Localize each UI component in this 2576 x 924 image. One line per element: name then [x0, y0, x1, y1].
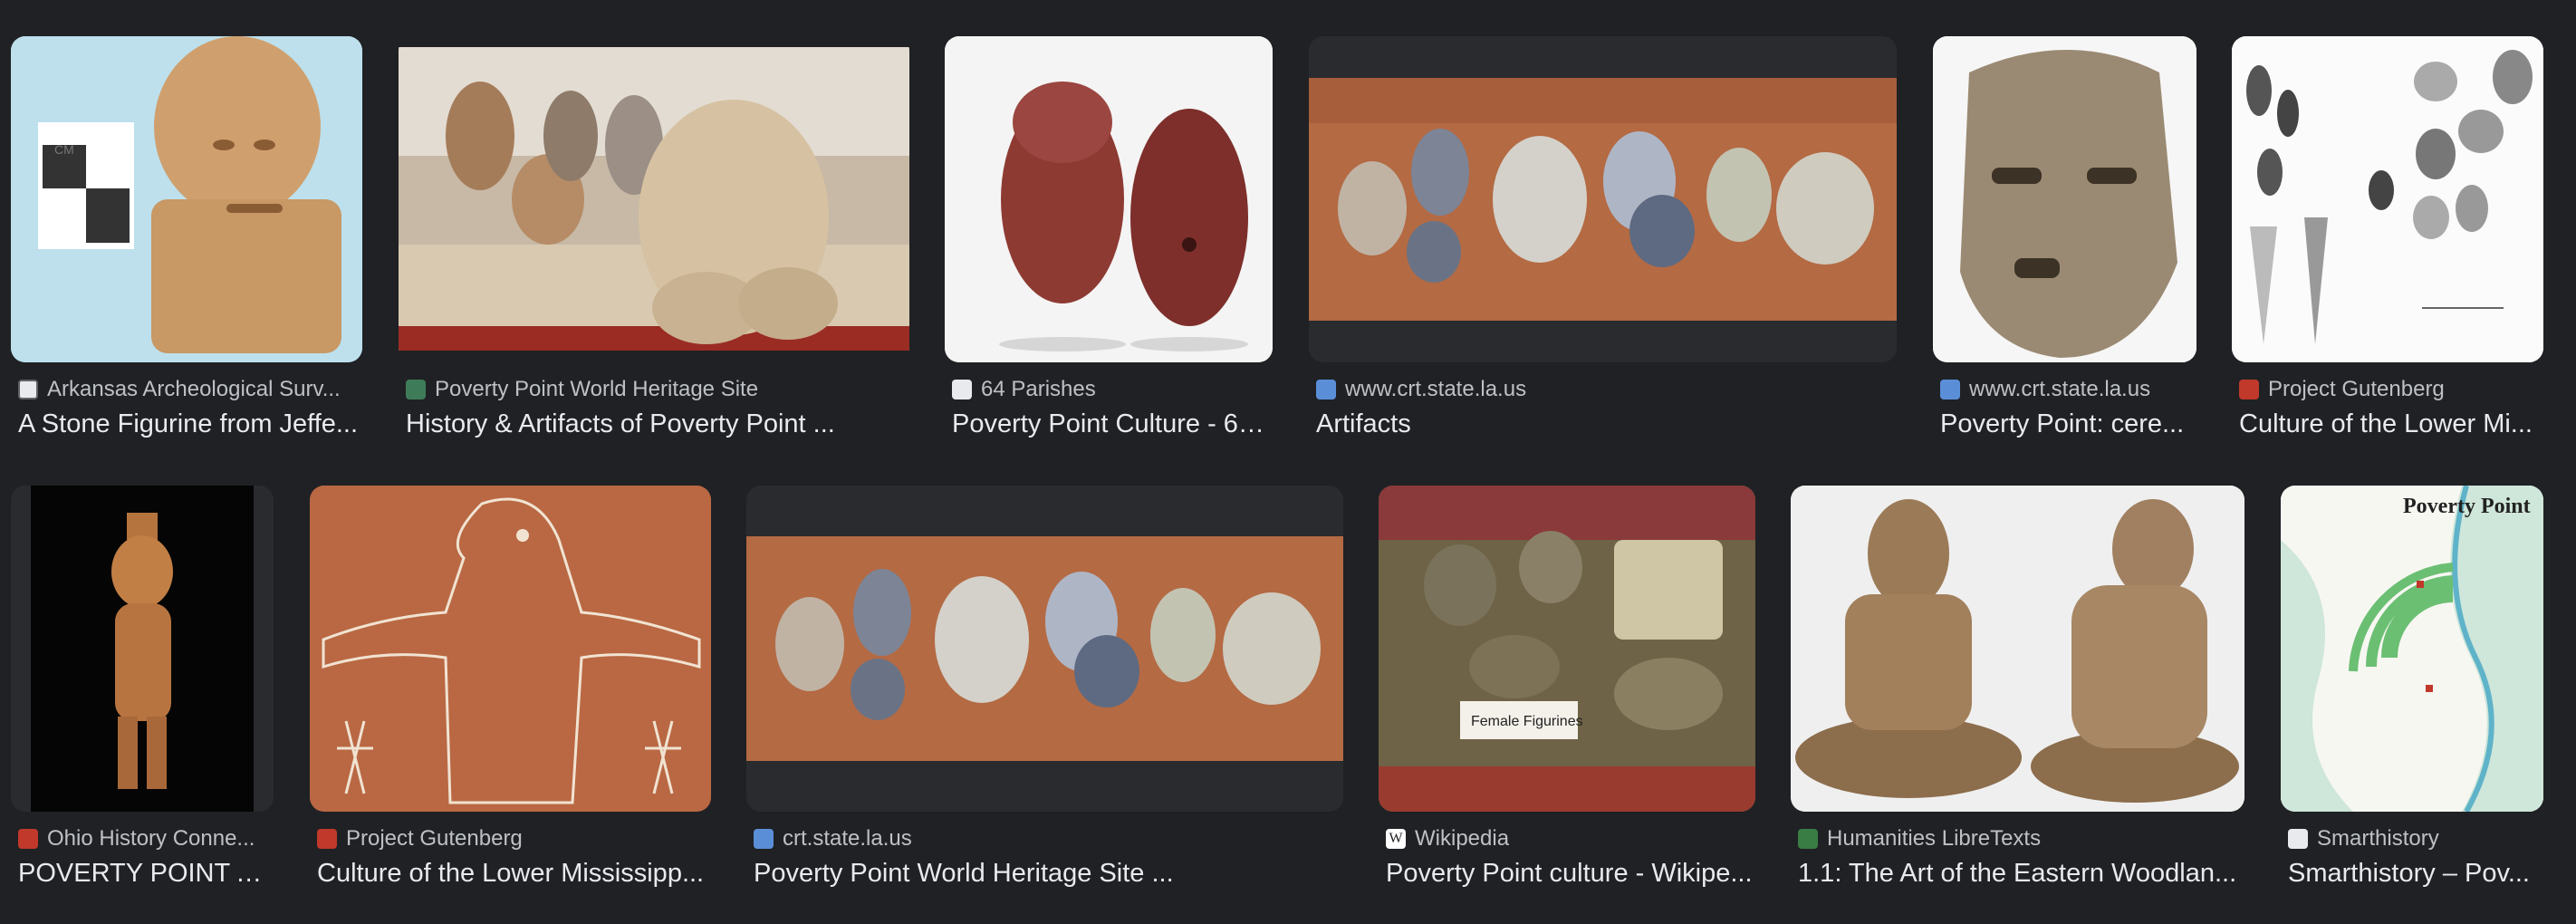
result-source[interactable]: Poverty Point World Heritage Site — [406, 377, 909, 402]
result-thumbnail[interactable] — [310, 486, 711, 812]
result-thumbnail[interactable] — [1309, 36, 1897, 362]
result-title[interactable]: Poverty Point: cere... — [1940, 409, 2196, 439]
result-title[interactable]: Poverty Point culture - Wikipe... — [1386, 859, 1755, 889]
result-source[interactable]: crt.state.la.us — [754, 826, 1343, 852]
result-source[interactable]: Project Gutenberg — [2239, 377, 2543, 402]
crt-state-icon — [754, 829, 774, 849]
libretexts-icon — [1798, 829, 1818, 849]
result-source[interactable]: Humanities LibreTexts — [1798, 826, 2244, 852]
arkansas-archeological-icon — [18, 380, 38, 399]
ohio-history-icon — [18, 829, 38, 849]
crt-state-icon — [1940, 380, 1960, 399]
result-title[interactable]: POVERTY POINT A... — [18, 859, 274, 889]
result-title[interactable]: A Stone Figurine from Jeffe... — [18, 409, 362, 439]
result-title[interactable]: Smarthistory – Pov... — [2288, 859, 2543, 889]
result-title[interactable]: Poverty Point World Heritage Site ... — [754, 859, 1343, 889]
result-thumbnail[interactable] — [945, 36, 1273, 362]
result-thumbnail[interactable] — [1791, 486, 2244, 812]
placard-text: Female Figurines — [1471, 714, 1583, 729]
poverty-point-site-icon — [406, 380, 426, 399]
result-thumbnail[interactable]: Female Figurines — [1379, 486, 1755, 812]
result-title[interactable]: Culture of the Lower Mississipp... — [317, 859, 711, 889]
result-source[interactable]: Arkansas Archeological Surv... — [18, 377, 362, 402]
result-thumbnail[interactable] — [1933, 36, 2196, 362]
result-source[interactable]: www.crt.state.la.us — [1316, 377, 1897, 402]
smarthistory-icon — [2288, 829, 2308, 849]
result-thumbnail[interactable] — [11, 486, 274, 812]
result-thumbnail[interactable]: CM — [11, 36, 362, 362]
wikipedia-icon: W — [1386, 829, 1406, 849]
result-title[interactable]: History & Artifacts of Poverty Point ... — [406, 409, 909, 439]
result-thumbnail[interactable] — [746, 486, 1343, 812]
scale-label: CM — [54, 142, 74, 157]
result-title[interactable]: Culture of the Lower Mi... — [2239, 409, 2543, 439]
crt-state-icon — [1316, 380, 1336, 399]
result-title[interactable]: Poverty Point Culture - 64... — [952, 409, 1273, 439]
result-source[interactable]: Project Gutenberg — [317, 826, 711, 852]
result-source[interactable]: Smarthistory — [2288, 826, 2543, 852]
project-gutenberg-icon — [2239, 380, 2259, 399]
result-thumbnail[interactable] — [2232, 36, 2543, 362]
map-title: Poverty Point — [2403, 495, 2531, 518]
result-source[interactable]: www.crt.state.la.us — [1940, 377, 2196, 402]
project-gutenberg-icon — [317, 829, 337, 849]
result-title[interactable]: Artifacts — [1316, 409, 1897, 439]
result-thumbnail[interactable] — [399, 36, 909, 362]
result-title[interactable]: 1.1: The Art of the Eastern Woodlan... — [1798, 859, 2244, 889]
result-source[interactable]: W Wikipedia — [1386, 826, 1755, 852]
result-thumbnail[interactable]: Poverty Point — [2281, 486, 2543, 812]
64-parishes-icon — [952, 380, 972, 399]
result-source[interactable]: 64 Parishes — [952, 377, 1273, 402]
result-source[interactable]: Ohio History Conne... — [18, 826, 274, 852]
